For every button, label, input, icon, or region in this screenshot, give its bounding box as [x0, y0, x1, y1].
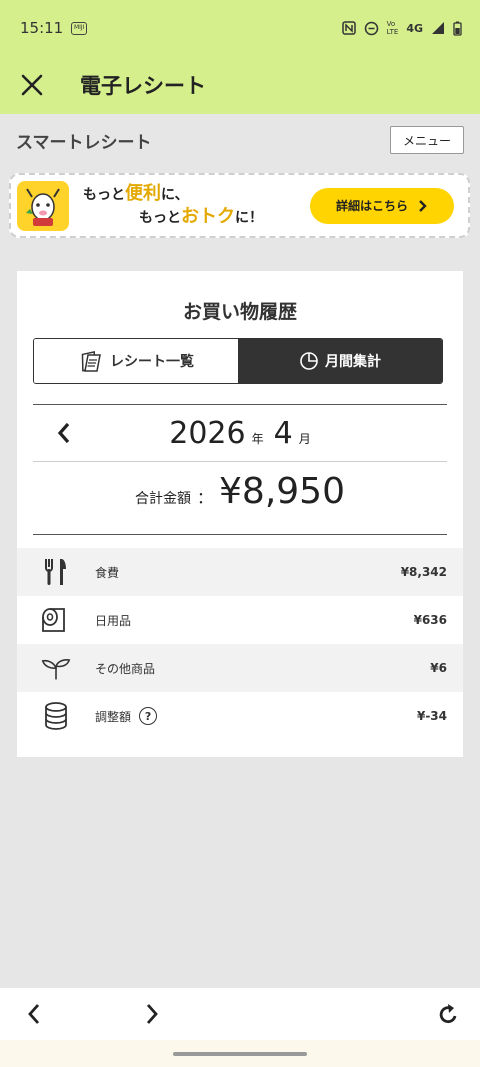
- signal-icon: [432, 22, 444, 34]
- app-bar: 電子レシート: [0, 56, 480, 114]
- category-name-with-help: 調整額 ?: [95, 707, 158, 725]
- month-value: 4: [273, 415, 293, 451]
- menu-button[interactable]: メニュー: [390, 126, 464, 154]
- coin-stack-icon: [41, 698, 71, 734]
- toilet-roll-icon: [41, 602, 71, 638]
- pie-chart-icon: [300, 352, 318, 370]
- details-button-label: 詳細はこちら: [335, 199, 408, 213]
- status-time: 15:11: [20, 19, 64, 37]
- app-title: 電子レシート: [80, 74, 206, 98]
- chevron-left-icon: [28, 1004, 40, 1024]
- page-title: スマートレシート: [16, 132, 152, 153]
- details-button[interactable]: 詳細はこちら: [310, 187, 454, 224]
- category-value: ¥8,342: [400, 565, 447, 579]
- chevron-left-icon: [57, 422, 70, 444]
- total-amount: ¥8,950: [219, 471, 345, 512]
- month-selector: 2026 年 4 月: [33, 405, 447, 461]
- month-display: 2026 年 4 月: [33, 416, 447, 451]
- close-button[interactable]: [0, 56, 64, 114]
- chevron-right-icon: [146, 1004, 158, 1024]
- total-colon: ：: [197, 488, 214, 507]
- promo-banner[interactable]: もっと便利に、 もっとおトクに！ 詳細はこちら: [9, 173, 470, 238]
- tab-receipt-list[interactable]: レシート一覧: [34, 339, 238, 383]
- notification-icon: MIJI: [71, 21, 88, 35]
- status-bar: 15:11 MIJI Vo LTE 4G: [0, 0, 480, 56]
- total-amount-row: 合計金額 ： ¥8,950: [17, 471, 463, 512]
- category-name: その他商品: [95, 661, 156, 676]
- view-tabs: レシート一覧 月間集計: [33, 338, 443, 384]
- category-row-daily-goods: 日用品 ¥636: [17, 596, 463, 644]
- chevron-right-icon: [419, 199, 427, 212]
- category-value: ¥-34: [416, 709, 447, 723]
- category-row-food: 食費 ¥8,342: [17, 548, 463, 596]
- dnd-icon: [364, 21, 378, 35]
- page-header: スマートレシート メニュー: [0, 114, 480, 166]
- category-name: 食費: [95, 565, 120, 580]
- close-icon: [21, 74, 43, 96]
- help-icon[interactable]: ?: [139, 707, 158, 725]
- category-value: ¥6: [430, 661, 447, 675]
- tab-monthly-summary-label: 月間集計: [325, 354, 381, 370]
- back-button[interactable]: [4, 988, 64, 1040]
- volte-icon: Vo LTE: [386, 20, 399, 36]
- banner-text: もっと便利に、 もっとおトクに！: [83, 182, 263, 227]
- browser-nav-bar: [0, 988, 480, 1040]
- category-row-adjustment: 調整額 ? ¥-34: [17, 692, 463, 740]
- month-unit: 月: [298, 431, 311, 446]
- year-value: 2026: [169, 415, 246, 451]
- sprout-icon: [41, 650, 71, 686]
- category-value: ¥636: [413, 613, 447, 627]
- status-icons: Vo LTE 4G: [341, 20, 462, 36]
- utensils-icon: [41, 554, 71, 590]
- total-label: 合計金額: [135, 491, 191, 507]
- year-unit: 年: [251, 431, 264, 446]
- tab-receipt-list-label: レシート一覧: [110, 354, 194, 370]
- category-name: 調整額: [95, 709, 132, 724]
- receipt-icon: [81, 351, 101, 372]
- divider: [33, 461, 447, 462]
- category-list: 食費 ¥8,342 日用品 ¥636 その他商品 ¥6 調整額 ? ¥-34: [17, 548, 463, 740]
- divider: [33, 534, 447, 535]
- reload-icon: [439, 1004, 457, 1023]
- mascot-image: [17, 180, 69, 231]
- purchase-history-card: お買い物履歴 レシート一覧 月間集計 2026 年 4 月 合計金額 ： ¥8,…: [17, 271, 463, 757]
- category-name: 日用品: [95, 613, 132, 628]
- gesture-handle[interactable]: [173, 1052, 307, 1056]
- tab-monthly-summary[interactable]: 月間集計: [238, 339, 442, 383]
- nfc-icon: [341, 21, 356, 35]
- category-row-other: その他商品 ¥6: [17, 644, 463, 692]
- forward-button[interactable]: [122, 988, 182, 1040]
- network-type: 4G: [406, 21, 423, 35]
- battery-icon: [453, 21, 462, 36]
- reload-button[interactable]: [418, 988, 478, 1040]
- card-title: お買い物履歴: [182, 301, 297, 323]
- previous-month-button[interactable]: [39, 408, 89, 458]
- gesture-area: [0, 1040, 480, 1067]
